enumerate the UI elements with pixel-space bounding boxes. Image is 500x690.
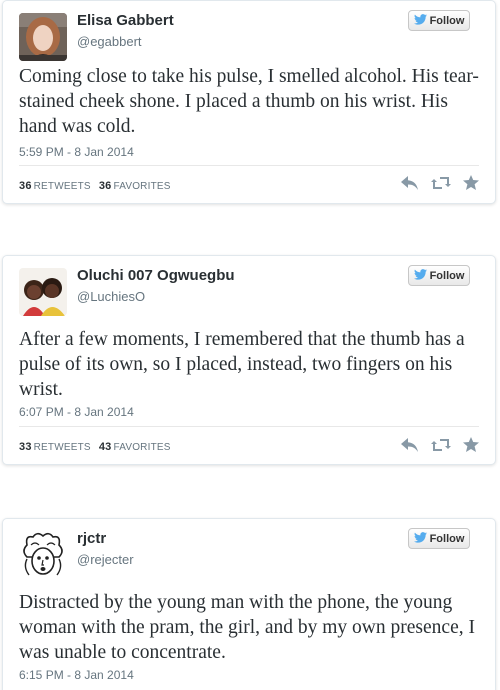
tweet-timestamp[interactable]: 5:59 PM - 8 Jan 2014 <box>19 145 134 159</box>
twitter-bird-icon <box>413 531 427 546</box>
author-name[interactable]: Oluchi 007 Ogwuegbu <box>77 267 235 284</box>
author-handle[interactable]: @LuchiesO <box>77 289 145 304</box>
reply-icon[interactable] <box>401 437 419 452</box>
follow-label: Follow <box>429 532 465 545</box>
follow-button[interactable]: Follow <box>408 10 470 31</box>
star-icon[interactable] <box>463 437 479 452</box>
tweet-actions <box>401 437 479 452</box>
tweet-stats: 33 RETWEETS 43 FAVORITES <box>19 441 171 453</box>
avatar[interactable] <box>19 531 67 579</box>
follow-label: Follow <box>429 14 465 27</box>
tweet-text: After a few moments, I remembered that t… <box>19 329 465 400</box>
tweet-card: Elisa Gabbert @egabbert Follow Coming cl… <box>2 0 496 204</box>
favorites-label: FAVORITES <box>113 442 171 453</box>
retweet-icon[interactable] <box>431 438 451 452</box>
avatar[interactable] <box>19 13 67 61</box>
avatar[interactable] <box>19 268 67 316</box>
retweet-icon[interactable] <box>431 176 451 190</box>
tweet-timestamp[interactable]: 6:07 PM - 8 Jan 2014 <box>19 405 134 419</box>
tweet-card: Oluchi 007 Ogwuegbu @LuchiesO Follow Aft… <box>2 255 496 465</box>
follow-label: Follow <box>429 269 465 282</box>
favorite-count[interactable]: 43 <box>99 441 112 453</box>
follow-button[interactable]: Follow <box>408 265 470 286</box>
tweet-card: rjctr @rejecter Follow Distracted by the… <box>2 518 496 690</box>
author-name[interactable]: Elisa Gabbert <box>77 12 174 29</box>
author-name[interactable]: rjctr <box>77 530 106 547</box>
divider <box>19 426 479 427</box>
reply-icon[interactable] <box>401 175 419 190</box>
favorite-count[interactable]: 36 <box>99 180 112 192</box>
retweet-count[interactable]: 36 <box>19 180 32 192</box>
divider <box>19 165 479 166</box>
twitter-bird-icon <box>413 268 427 283</box>
retweets-label: RETWEETS <box>33 442 91 453</box>
retweets-label: RETWEETS <box>33 181 91 192</box>
retweet-count[interactable]: 33 <box>19 441 32 453</box>
twitter-bird-icon <box>413 13 427 28</box>
author-handle[interactable]: @rejecter <box>77 552 134 567</box>
tweet-stats: 36 RETWEETS 36 FAVORITES <box>19 180 171 192</box>
tweet-text: Distracted by the young man with the pho… <box>19 592 475 663</box>
favorites-label: FAVORITES <box>113 181 171 192</box>
tweet-timestamp[interactable]: 6:15 PM - 8 Jan 2014 <box>19 668 134 682</box>
author-handle[interactable]: @egabbert <box>77 34 142 49</box>
follow-button[interactable]: Follow <box>408 528 470 549</box>
tweet-text: Coming close to take his pulse, I smelle… <box>19 66 479 137</box>
star-icon[interactable] <box>463 175 479 190</box>
tweet-actions <box>401 175 479 190</box>
